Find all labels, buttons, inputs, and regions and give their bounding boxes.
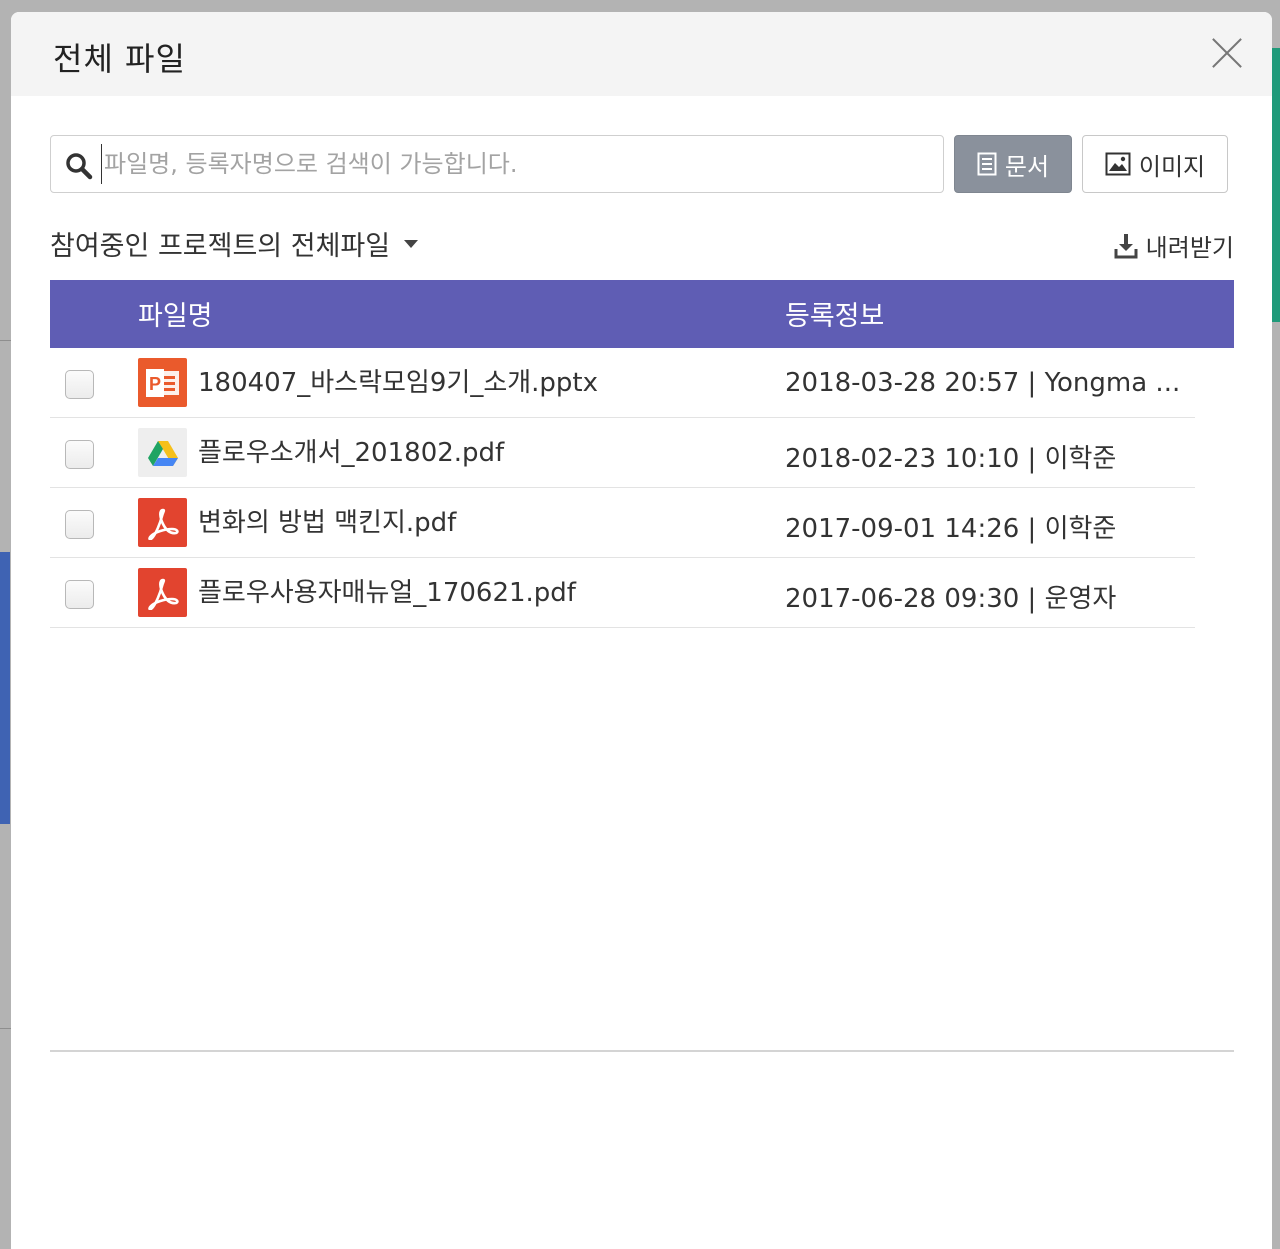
column-header-info: 등록정보: [785, 301, 885, 332]
file-name[interactable]: 180407_바스락모임9기_소개.pptx: [198, 362, 598, 399]
table-row[interactable]: 플로우소개서_201802.pdf 2018-02-23 10:10 | 이학준: [50, 418, 1195, 488]
column-header-filename: 파일명: [138, 301, 213, 332]
chevron-down-icon: [404, 239, 419, 248]
file-table: 파일명 등록정보 P 180407_바스락모임9기_소개.pptx 2018-0…: [50, 280, 1234, 628]
project-scope-label: 참여중인 프로젝트의 전체파일: [50, 231, 391, 262]
background-divider: [0, 340, 11, 341]
row-checkbox[interactable]: [65, 370, 94, 399]
image-filter-button[interactable]: 이미지: [1082, 135, 1228, 193]
table-row[interactable]: P 180407_바스락모임9기_소개.pptx 2018-03-28 20:5…: [50, 348, 1195, 418]
acrobat-pdf-icon: [138, 498, 187, 547]
close-icon[interactable]: [1210, 36, 1244, 70]
image-filter-label: 이미지: [1138, 152, 1206, 181]
google-drive-icon: [138, 428, 187, 477]
project-scope-dropdown[interactable]: 참여중인 프로젝트의 전체파일: [50, 224, 419, 263]
background-divider: [0, 1028, 11, 1029]
row-checkbox[interactable]: [65, 440, 94, 469]
download-label: 내려받기: [1145, 234, 1234, 262]
document-filter-label: 문서: [1004, 152, 1050, 181]
download-icon: [1114, 233, 1138, 258]
filter-row: 참여중인 프로젝트의 전체파일 내려받기: [50, 224, 1234, 264]
table-row[interactable]: 변화의 방법 맥킨지.pdf 2017-09-01 14:26 | 이학준: [50, 488, 1195, 558]
download-button[interactable]: 내려받기: [1114, 228, 1234, 263]
document-icon: [977, 152, 997, 176]
row-checkbox[interactable]: [65, 510, 94, 539]
all-files-modal: 전체 파일 문서 이미지: [11, 12, 1272, 1249]
search-icon: [66, 153, 93, 180]
file-info: 2018-02-23 10:10 | 이학준: [785, 444, 1117, 474]
acrobat-pdf-icon: [138, 568, 187, 617]
document-filter-button[interactable]: 문서: [954, 135, 1072, 193]
footer-divider: [50, 1050, 1234, 1052]
file-info: 2017-06-28 09:30 | 운영자: [785, 584, 1117, 614]
search-row: 문서 이미지: [50, 135, 1228, 193]
row-checkbox[interactable]: [65, 580, 94, 609]
modal-title: 전체 파일: [53, 40, 186, 78]
file-name[interactable]: 플로우소개서_201802.pdf: [198, 432, 504, 469]
image-icon: [1105, 152, 1131, 176]
powerpoint-icon: P: [138, 358, 187, 407]
file-name[interactable]: 변화의 방법 맥킨지.pdf: [198, 502, 456, 539]
svg-text:P: P: [148, 374, 160, 394]
table-row[interactable]: 플로우사용자매뉴얼_170621.pdf 2017-06-28 09:30 | …: [50, 558, 1195, 628]
background-panel: [1272, 48, 1280, 322]
file-info: 2017-09-01 14:26 | 이학준: [785, 514, 1117, 544]
modal-header: 전체 파일: [11, 12, 1272, 96]
table-header: 파일명 등록정보: [50, 280, 1234, 348]
file-name[interactable]: 플로우사용자매뉴얼_170621.pdf: [198, 572, 576, 609]
search-input[interactable]: [101, 144, 931, 184]
search-box: [50, 135, 944, 193]
file-info: 2018-03-28 20:57 | Yongma ...: [785, 368, 1181, 398]
background-panel: [0, 552, 10, 824]
